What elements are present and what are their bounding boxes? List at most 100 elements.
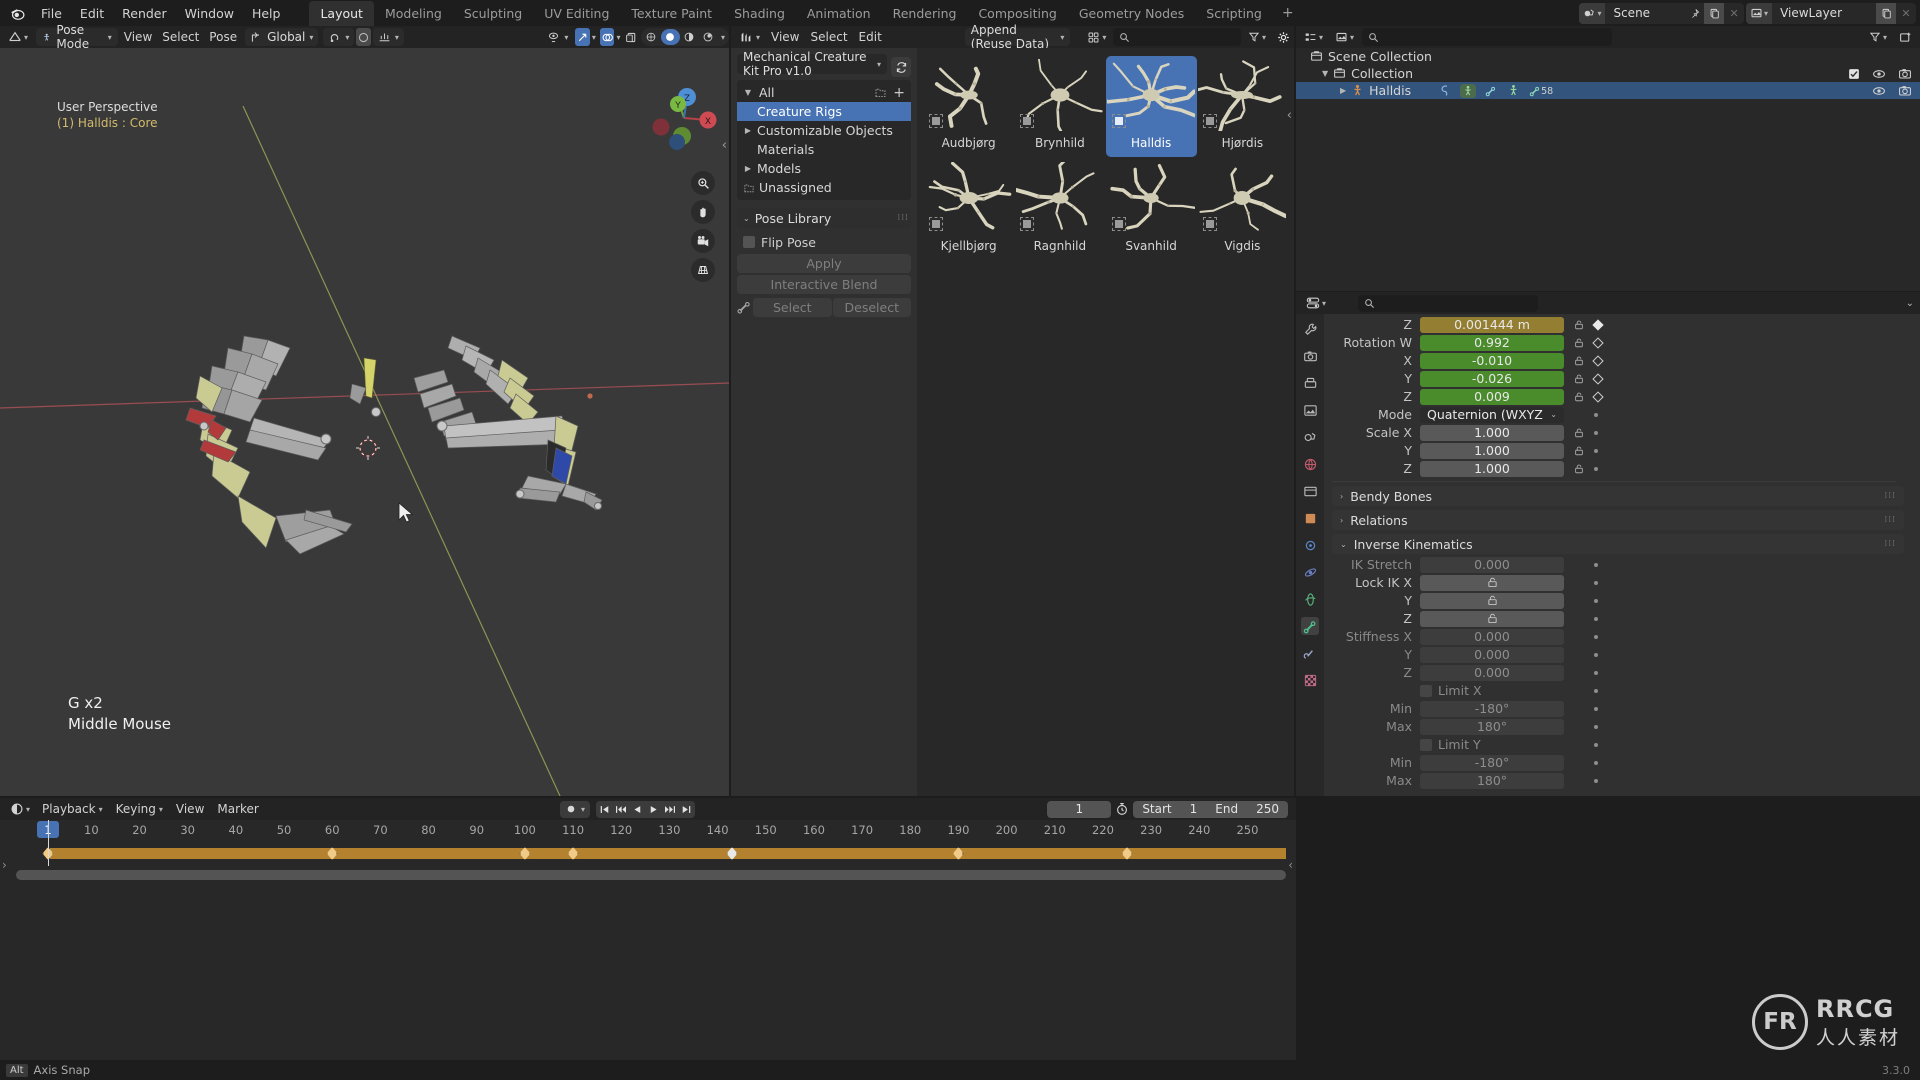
overlays-toggle[interactable] (599, 28, 615, 46)
use-preview-range-icon[interactable] (1115, 802, 1129, 816)
timeline-menu-marker[interactable]: Marker (212, 800, 263, 818)
playback-transport[interactable] (596, 800, 696, 818)
outliner-editor-type-icon[interactable]: ▾ (1300, 29, 1327, 46)
timeline-ruler[interactable]: 10 20 30 40 50 60 70 80 90 100 110 120 130 140 150 160 1… (0, 820, 1296, 842)
lock-icon[interactable] (1573, 427, 1585, 439)
tab-render[interactable] (1301, 347, 1319, 365)
tab-particles[interactable] (1301, 563, 1319, 581)
armature-data-icon[interactable] (1460, 83, 1477, 98)
animate-property-dot-icon[interactable] (1594, 724, 1598, 729)
refresh-library-icon[interactable] (891, 57, 911, 77)
tab-world[interactable] (1301, 455, 1319, 473)
property-value-field[interactable]: 0.009 (1420, 388, 1564, 405)
asset-library-selector[interactable]: Mechanical Creature Kit Pro v1.0 ▾ (737, 50, 887, 78)
apply-pose-button[interactable]: Apply (737, 254, 911, 273)
start-frame-value[interactable]: 1 (1181, 801, 1207, 818)
asset-grid[interactable]: Audbjørg Brynhild Halldis Hjørdis Kjellbjør… (917, 48, 1294, 796)
lock-icon[interactable] (1573, 463, 1585, 475)
scene-selector[interactable]: ▾ Scene ✕ (1579, 2, 1745, 24)
property-value-field[interactable]: -0.026 (1420, 370, 1564, 387)
animate-property-dot-icon[interactable] (1594, 670, 1598, 675)
viewport-menu-view[interactable]: View (120, 28, 156, 46)
timeline-horizontal-scrollbar[interactable] (16, 870, 1286, 880)
lock-ik-toggle[interactable] (1420, 610, 1564, 627)
asset-item-selected[interactable]: Halldis (1105, 56, 1197, 157)
workspace-tab-sculpting[interactable]: Sculpting (453, 1, 533, 26)
tab-bone[interactable] (1301, 617, 1319, 635)
viewport-sidebar-toggle[interactable]: ‹ (722, 138, 727, 153)
current-frame-field[interactable]: 1 (1047, 800, 1112, 818)
animate-property-dot-icon[interactable] (1594, 562, 1598, 567)
asset-options-gear-icon[interactable] (1273, 29, 1294, 46)
property-value-field[interactable]: 0.001444 m (1420, 316, 1564, 333)
camera-view-icon[interactable] (691, 229, 715, 253)
catalog-all-row[interactable]: ▼ All + (737, 83, 911, 102)
timeline-menu-playback[interactable]: Playback ▾ (37, 800, 108, 818)
workspace-tab-layout[interactable]: Layout (309, 0, 374, 26)
shading-material-preview[interactable] (680, 29, 699, 45)
asset-item[interactable]: Audbjørg (923, 56, 1014, 157)
timeline-editor-type-icon[interactable]: ▾ (6, 800, 34, 818)
animate-property-dot-icon[interactable] (1594, 598, 1598, 603)
disable-in-render-icon[interactable] (1898, 84, 1912, 98)
import-method-selector[interactable]: Append (Reuse Data) ▾ (964, 23, 1071, 51)
animate-property-dot-icon[interactable] (1594, 412, 1598, 417)
property-value-field[interactable]: 180° (1420, 718, 1564, 735)
tab-modifiers[interactable] (1301, 536, 1319, 554)
property-section-header[interactable]: ⌄ Inverse Kinematics ⁞⁞⁞ (1332, 534, 1904, 554)
outliner-new-collection-icon[interactable] (1895, 29, 1916, 46)
collection-checkbox[interactable] (1848, 68, 1860, 80)
workspace-tab-geometry-nodes[interactable]: Geometry Nodes (1068, 1, 1195, 26)
lock-icon[interactable] (1573, 319, 1585, 331)
keyframe-indicator-icon[interactable] (1592, 390, 1604, 403)
visibility-selector[interactable]: ▾ (542, 28, 573, 46)
properties-options-chevron-icon[interactable]: ⌄ (1906, 298, 1914, 309)
property-value-field[interactable]: 0.992 (1420, 334, 1564, 351)
viewport-3d[interactable]: ▾ Pose Mode ▾ View Select Pose Global ▾ … (0, 23, 729, 796)
timeline-channel-toggle[interactable]: › (2, 858, 7, 872)
property-section-header[interactable]: › Bendy Bones ⁞⁞⁞ (1332, 486, 1904, 506)
topbar-menu-window[interactable]: Window (176, 3, 243, 24)
lock-icon[interactable] (1573, 445, 1585, 457)
outliner-row-scene-collection[interactable]: Scene Collection (1296, 48, 1920, 65)
keyframe-indicator-icon[interactable] (1592, 372, 1604, 385)
frame-range-fields[interactable]: Start 1 End 250 (1133, 800, 1288, 818)
new-scene-icon[interactable] (1704, 2, 1725, 24)
keyframe-indicator-icon[interactable] (1592, 354, 1604, 367)
shading-wireframe[interactable] (642, 29, 661, 45)
tab-bone-constraints[interactable] (1301, 644, 1319, 662)
property-checkbox-row[interactable]: Limit X (1420, 683, 1564, 699)
transform-orientation-selector[interactable]: Global ▾ (245, 28, 319, 46)
flip-pose-checkbox[interactable] (743, 236, 755, 248)
tab-physics[interactable] (1301, 590, 1319, 608)
asset-sidebar-toggle[interactable]: ‹ (1287, 108, 1292, 123)
topbar-menu-help[interactable]: Help (243, 3, 290, 24)
pose-mode-icon[interactable] (1438, 84, 1451, 97)
filter-icon[interactable]: ▾ (1244, 29, 1270, 45)
animate-property-dot-icon[interactable] (1594, 742, 1598, 747)
asset-item[interactable]: Hjørdis (1197, 56, 1288, 157)
viewport-canvas[interactable]: User Perspective (1) Halldis : Core G x2… (0, 48, 729, 796)
workspace-tab-shading[interactable]: Shading (723, 1, 796, 26)
outliner-search-input[interactable] (1362, 28, 1613, 46)
asset-item[interactable]: Brynhild (1014, 56, 1105, 157)
tab-object[interactable] (1301, 509, 1319, 527)
editor-type-icon[interactable]: ▾ (4, 28, 32, 46)
tab-view-layer[interactable] (1301, 401, 1319, 419)
asset-menu-select[interactable]: Select (807, 28, 852, 46)
select-pose-button[interactable]: Select (753, 298, 832, 317)
asset-item[interactable]: Vigdis (1197, 159, 1288, 260)
action-icon[interactable] (1507, 84, 1520, 97)
new-viewlayer-icon[interactable] (1876, 2, 1896, 24)
asset-menu-edit[interactable]: Edit (855, 28, 886, 46)
catalog-item-models[interactable]: ▶ Models (737, 159, 911, 178)
property-value-field[interactable]: 180° (1420, 772, 1564, 789)
pan-view-icon[interactable] (691, 200, 715, 224)
interactive-blend-button[interactable]: Interactive Blend (737, 275, 911, 294)
catalog-item-customizable-objects[interactable]: ▶ Customizable Objects (737, 121, 911, 140)
animate-property-dot-icon[interactable] (1594, 430, 1598, 435)
lock-icon[interactable] (1573, 373, 1585, 385)
display-settings-icon[interactable]: ▾ (1083, 29, 1110, 46)
asset-search-input[interactable] (1113, 28, 1241, 46)
limit-checkbox[interactable] (1420, 738, 1432, 751)
